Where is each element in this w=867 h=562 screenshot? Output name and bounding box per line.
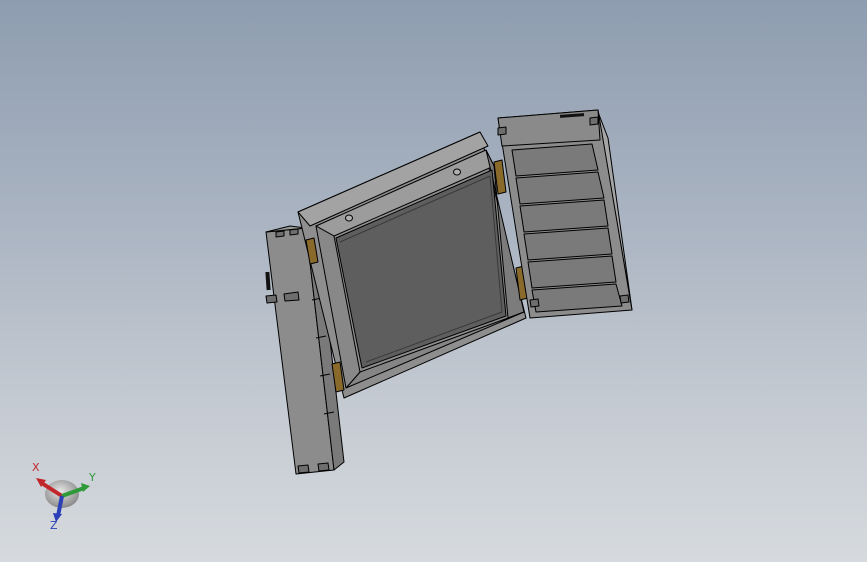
x-axis-label: X — [32, 461, 40, 474]
orientation-triad[interactable]: X Y Z — [22, 460, 112, 540]
cabinet-3d-model[interactable] — [0, 0, 867, 562]
z-axis-label: Z — [50, 519, 58, 532]
y-axis-label: Y — [89, 471, 96, 484]
graphics-viewport[interactable]: X Y Z — [0, 0, 867, 562]
